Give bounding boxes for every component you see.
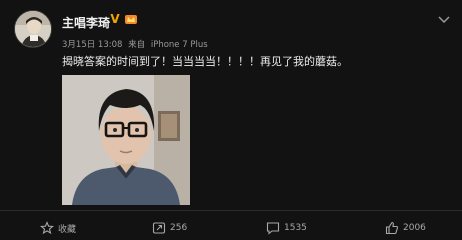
weibo-post-card: 主唱李琦 V 3月15日 13:08 来自 iPhone 7 Plus 揭晓答案… xyxy=(0,0,462,240)
comment-button[interactable]: 1535 xyxy=(266,221,307,235)
avatar-image xyxy=(15,11,51,47)
crown-icon xyxy=(125,15,137,24)
post-source-device[interactable]: iPhone 7 Plus xyxy=(151,40,208,50)
action-bar: 收藏 256 1535 2006 xyxy=(0,210,462,240)
post-photo-graphic xyxy=(62,75,190,205)
username[interactable]: 主唱李琦 xyxy=(62,14,110,31)
post-text: 揭晓答案的时间到了！当当当当！！！！再见了我的蘑菇。 xyxy=(62,55,348,68)
post-image[interactable] xyxy=(62,75,190,205)
post-timestamp: 3月15日 13:08 xyxy=(62,40,123,50)
repost-count: 256 xyxy=(170,223,188,233)
like-button[interactable]: 2006 xyxy=(385,221,426,235)
avatar[interactable] xyxy=(14,10,52,48)
repost-icon xyxy=(152,222,166,234)
star-icon xyxy=(40,221,54,235)
comment-icon xyxy=(266,222,280,235)
favorite-label: 收藏 xyxy=(58,224,77,235)
verified-badge-icon: V xyxy=(110,12,120,26)
repost-button[interactable]: 256 xyxy=(152,221,187,235)
chevron-down-icon[interactable] xyxy=(437,14,451,24)
thumbs-up-icon xyxy=(385,221,399,235)
comment-count: 1535 xyxy=(284,223,307,233)
favorite-button[interactable]: 收藏 xyxy=(40,221,76,235)
like-count: 2006 xyxy=(403,223,426,233)
post-meta: 3月15日 13:08 来自 iPhone 7 Plus xyxy=(62,38,211,50)
post-source-prefix: 来自 xyxy=(128,40,146,50)
